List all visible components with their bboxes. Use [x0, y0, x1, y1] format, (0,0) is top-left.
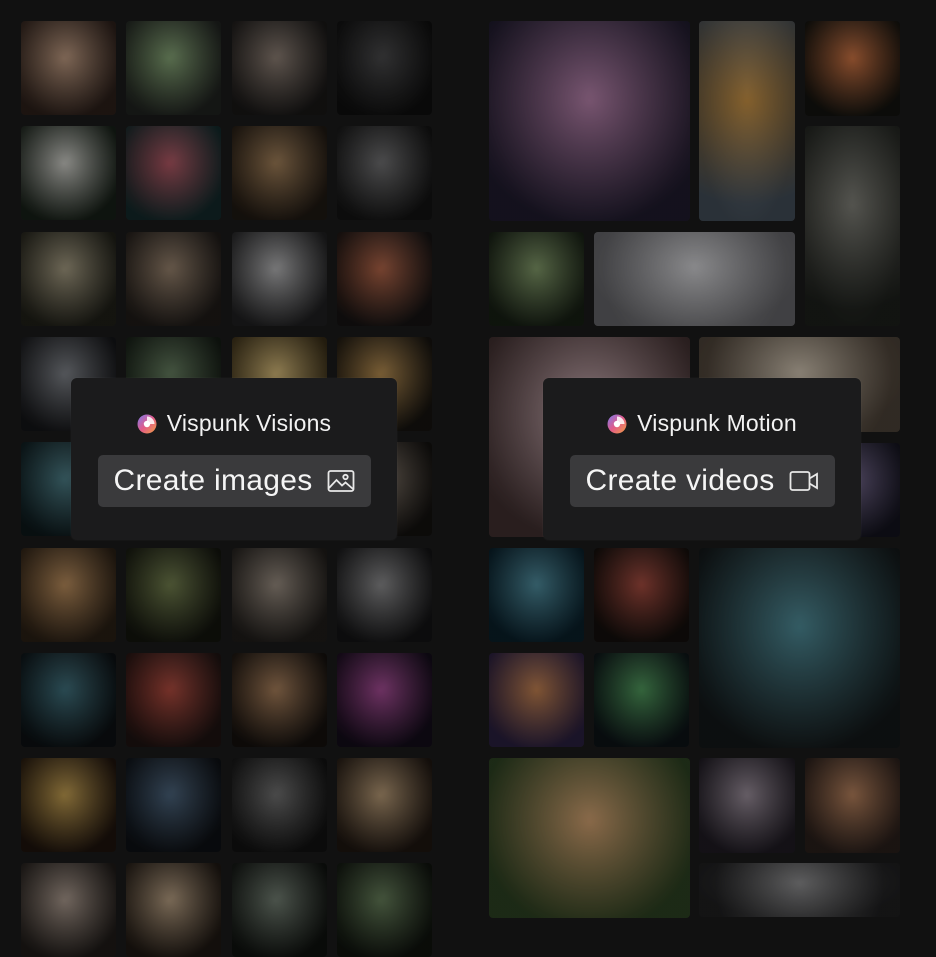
gallery-image-corgi-park	[489, 758, 690, 918]
gallery-image-fireworks	[489, 21, 690, 221]
gallery-image-underwater-bedroom	[699, 548, 900, 748]
gallery-image-salad-in-glass-sphere	[126, 21, 222, 115]
gallery-image-christmas-tree	[594, 548, 689, 642]
gallery-image-pink-flower	[336, 652, 432, 747]
image-icon	[327, 470, 354, 492]
gallery-image-astronaut-street	[231, 231, 327, 326]
gallery-image-campfire	[805, 21, 900, 116]
gallery-image-clownfish	[489, 653, 584, 747]
gallery-image-hot-air-balloon	[594, 232, 795, 326]
gallery-image-mushrooms	[126, 126, 222, 221]
gallery-image-robot	[336, 547, 432, 642]
gallery-image-city-street	[699, 863, 900, 917]
gallery-image-autumn-leaves	[699, 21, 795, 221]
vispunk-logo-icon	[607, 414, 627, 433]
gallery-image-robots-walking	[805, 126, 900, 326]
video-camera-icon	[789, 471, 818, 491]
gallery-image-portrait-man	[231, 21, 327, 115]
create-videos-label: Create videos	[585, 464, 775, 497]
create-images-label: Create images	[113, 464, 313, 497]
gallery-image-white-flower	[21, 126, 116, 221]
gallery-image-ramen	[336, 758, 432, 853]
gallery-image-astronaut-fire	[336, 231, 432, 326]
gallery-image-rainy-city	[21, 652, 116, 747]
gallery-image-knight-forest	[231, 758, 327, 853]
gallery-image-window-interior	[231, 863, 327, 957]
gallery-image-stadium	[594, 653, 689, 747]
gallery-image-city-crowd	[699, 758, 795, 853]
gallery-image-old-woman	[21, 863, 116, 957]
brand-name: Vispunk Visions	[166, 410, 332, 436]
brand-heading: Vispunk Visions	[137, 410, 332, 437]
gallery-image-pineapple	[21, 758, 116, 853]
gallery-image-night-landscape	[336, 21, 432, 115]
vispunk-logo-icon	[137, 414, 157, 433]
vispunk-motion-panel: Vispunk Motion Create videos	[543, 378, 861, 540]
gallery-image-plant	[336, 863, 432, 957]
gallery-image-corgi	[21, 547, 116, 642]
gallery-image-diner-scene	[231, 126, 327, 221]
create-images-button[interactable]: Create images	[97, 455, 371, 507]
gallery-image-woman-bokeh	[231, 652, 327, 747]
gallery-image-cat	[126, 863, 222, 957]
gallery-image-santa	[126, 652, 222, 747]
gallery-image-snail	[21, 231, 116, 326]
gallery-image-market-street	[126, 231, 222, 326]
create-videos-button[interactable]: Create videos	[569, 455, 835, 507]
gallery-image-living-room	[231, 547, 327, 642]
brand-name: Vispunk Motion	[637, 410, 797, 436]
gallery-image-portrait-woman	[21, 21, 116, 115]
gallery-image-woman-green-dress	[126, 547, 222, 642]
gallery-image-neon-street	[126, 758, 222, 853]
gallery-image-fairy-forest	[489, 232, 584, 326]
brand-heading: Vispunk Motion	[607, 410, 797, 437]
gallery-image-butterflies	[805, 758, 900, 853]
gallery-image-moon-landscape	[336, 126, 432, 221]
gallery-image-burger-ocean	[489, 548, 584, 642]
vispunk-visions-panel: Vispunk Visions Create images	[71, 378, 397, 540]
